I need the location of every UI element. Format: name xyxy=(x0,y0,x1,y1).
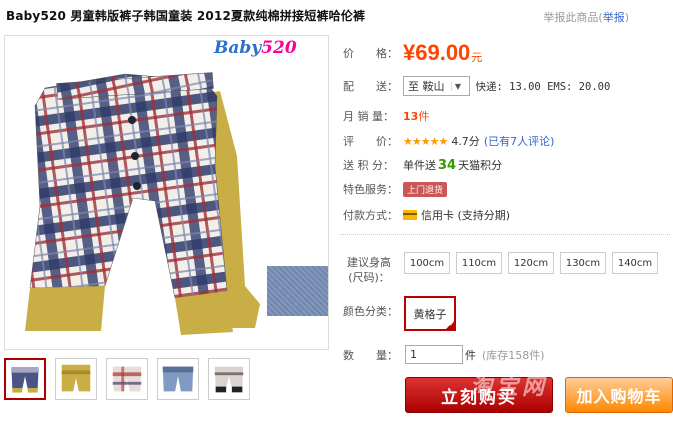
size-label-line2: (尺码)： xyxy=(348,271,390,284)
size-option-110[interactable]: 110cm xyxy=(456,252,502,274)
size-option-130[interactable]: 130cm xyxy=(560,252,606,274)
size-label: 建议身高 (尺码)： xyxy=(343,255,395,285)
buy-now-button[interactable]: 立刻购买 xyxy=(405,377,553,413)
thumbnail-4[interactable] xyxy=(157,358,199,400)
report-text: 举报此商品( xyxy=(543,11,603,24)
home-return-badge[interactable]: 上门退货 xyxy=(403,181,448,197)
chevron-down-icon: ▼ xyxy=(450,81,465,91)
report-close: ) xyxy=(624,11,629,24)
sales-label: 月 销 量： xyxy=(343,110,394,123)
thumbnail-5[interactable] xyxy=(208,358,250,400)
reviews-link[interactable]: (已有7人评论) xyxy=(484,133,555,149)
color-label: 颜色分类： xyxy=(343,305,398,318)
quantity-unit: 件 xyxy=(465,348,476,362)
credit-card-icon xyxy=(403,210,417,220)
color-option-label: 黄格子 xyxy=(413,307,447,321)
points-label: 送 积 分： xyxy=(343,159,394,172)
service-row: 特色服务： 上门退货 xyxy=(343,181,448,197)
fabric-swatch xyxy=(267,266,328,316)
report-link[interactable]: 举报 xyxy=(603,11,625,24)
add-to-cart-button[interactable]: 加入购物车 xyxy=(565,377,673,413)
delivery-location-value: 至 鞍山 xyxy=(408,80,445,93)
delivery-row: 配 送： 至 鞍山 ▼ 快递: 13.00 EMS: 20.00 xyxy=(343,76,610,96)
sales-row: 月 销 量： 13 件 xyxy=(343,108,429,124)
price-row: 价 格： ¥69.00 元 xyxy=(343,40,482,66)
payment-row: 付款方式： 信用卡 (支持分期) xyxy=(343,207,510,223)
price-value: ¥69.00 xyxy=(403,40,471,65)
size-option-140[interactable]: 140cm xyxy=(612,252,658,274)
thumbnail-2[interactable] xyxy=(55,358,97,400)
price-unit: 元 xyxy=(471,51,483,64)
shipping-fees: 快递: 13.00 EMS: 20.00 xyxy=(475,80,611,93)
quantity-label: 数 量： xyxy=(343,348,398,362)
report-product: 举报此商品(举报) xyxy=(543,9,629,25)
color-row: 颜色分类： xyxy=(343,303,398,319)
payment-label: 付款方式： xyxy=(343,209,398,222)
size-option-100[interactable]: 100cm xyxy=(404,252,450,274)
divider xyxy=(340,234,670,235)
delivery-location-select[interactable]: 至 鞍山 ▼ xyxy=(403,76,470,96)
quantity-row: 数 量： 件 (库存158件) xyxy=(343,345,545,364)
service-label: 特色服务： xyxy=(343,183,398,196)
rating-label: 评 价： xyxy=(343,135,398,148)
rating-row: 评 价： ★★★★★ 4.7分 (已有7人评论) xyxy=(343,133,554,149)
product-title: Baby520 男童韩版裤子韩国童装 2012夏款纯棉拼接短裤哈伦裤 xyxy=(6,9,366,23)
points-row: 送 积 分： 单件送 34 天猫积分 xyxy=(343,157,502,173)
payment-method: 信用卡 (支持分期) xyxy=(421,209,511,222)
points-value: 34 xyxy=(438,157,457,173)
points-suffix: 天猫积分 xyxy=(458,159,503,172)
quantity-input[interactable] xyxy=(405,345,463,364)
selected-check-icon xyxy=(444,319,456,331)
size-option-120[interactable]: 120cm xyxy=(508,252,554,274)
size-label-line1: 建议身高 xyxy=(347,256,391,269)
thumbnail-3[interactable] xyxy=(106,358,148,400)
rating-score: 4.7分 xyxy=(451,135,480,148)
color-option-yellow-plaid[interactable]: 黄格子 xyxy=(404,296,456,331)
thumbnail-strip xyxy=(4,358,250,400)
size-options: 100cm 110cm 120cm 130cm 140cm xyxy=(404,252,658,274)
price-label: 价 格： xyxy=(343,47,398,60)
stock-count: (库存158件) xyxy=(482,348,545,362)
sales-value: 13 xyxy=(403,109,419,123)
sales-unit: 件 xyxy=(418,110,430,123)
thumbnail-1[interactable] xyxy=(4,358,46,400)
delivery-label: 配 送： xyxy=(343,80,398,93)
rating-stars-icon: ★★★★★ xyxy=(403,134,448,148)
main-product-image[interactable]: Baby520 xyxy=(4,35,329,350)
points-prefix: 单件送 xyxy=(403,159,436,172)
